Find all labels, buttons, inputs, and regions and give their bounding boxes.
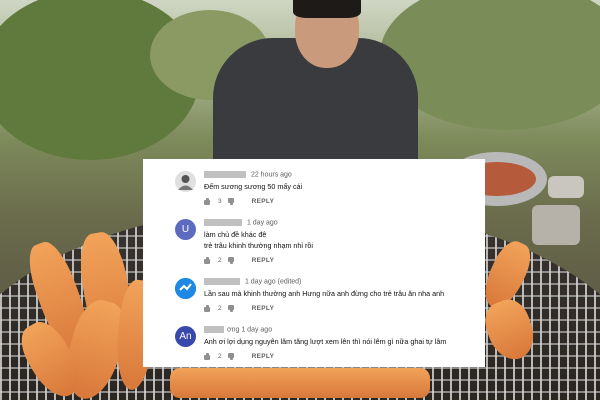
rock (532, 205, 580, 245)
comment-time: 1 day ago (edited) (244, 278, 302, 286)
like-count: 2 (218, 353, 222, 360)
chicken-feet (170, 368, 430, 398)
thumb-down-icon[interactable] (227, 257, 236, 264)
comments-panel: 22 hours ago Đếm sương sương 50 mấy cái … (143, 159, 485, 367)
avatar-initials: U (181, 224, 190, 235)
comment-item: 1 day ago (edited) Lần sau mà khinh thườ… (143, 266, 485, 316)
blurred-username (204, 326, 224, 333)
comment-actions: 3 REPLY (204, 198, 274, 205)
thumb-up-icon[interactable] (204, 353, 212, 360)
rock (548, 176, 584, 198)
person (213, 0, 418, 170)
like-count: 2 (218, 305, 222, 312)
user-avatar-icon[interactable]: An (175, 326, 196, 347)
user-avatar-icon (175, 278, 196, 299)
comment-time: 1 day ago (241, 326, 273, 334)
reply-button[interactable]: REPLY (252, 257, 275, 264)
comment-text: Anh ơi lợi dụng nguyên lăm tăng lượt xem… (204, 337, 447, 346)
comment-item: U 1 day ago làm chủ đề khác đê trẻ trâu … (143, 207, 485, 264)
user-avatar-icon[interactable] (175, 171, 196, 192)
blurred-username (204, 171, 246, 178)
reply-button[interactable]: REPLY (252, 198, 275, 205)
like-count: 2 (218, 257, 222, 264)
comment-text: làm chủ đề khác đê (204, 230, 267, 239)
thumb-down-icon[interactable] (227, 353, 236, 360)
avatar-initials: An (179, 331, 192, 342)
comment-text: Đếm sương sương 50 mấy cái (204, 182, 303, 191)
thumb-down-icon[interactable] (227, 198, 236, 205)
thumb-up-icon[interactable] (204, 305, 212, 312)
blurred-username (204, 278, 240, 285)
thumb-down-icon[interactable] (227, 305, 236, 312)
thumb-up-icon[interactable] (204, 198, 212, 205)
comment-author[interactable]: ơng (227, 326, 239, 333)
comment-time: 22 hours ago (250, 171, 292, 179)
like-count: 3 (218, 198, 222, 205)
user-avatar-icon[interactable] (175, 278, 196, 299)
comment-actions: 2 REPLY (204, 305, 274, 312)
user-avatar-icon[interactable]: U (175, 219, 196, 240)
comment-actions: 2 REPLY (204, 353, 274, 360)
comment-meta: ơng 1 day ago (204, 326, 272, 333)
comment-text: trẻ trâu khinh thường nhạm nhỉ rồi (204, 241, 314, 250)
comment-text: Lần sau mà khinh thường anh Hưng nữa anh… (204, 289, 445, 298)
reply-button[interactable]: REPLY (252, 305, 275, 312)
comment-meta: 22 hours ago (204, 171, 292, 178)
reply-button[interactable]: REPLY (252, 353, 275, 360)
blurred-username (204, 219, 242, 226)
user-avatar-icon (175, 171, 196, 192)
comment-meta: 1 day ago (edited) (204, 278, 301, 285)
comment-meta: 1 day ago (204, 219, 278, 226)
comment-item: 22 hours ago Đếm sương sương 50 mấy cái … (143, 159, 485, 209)
comment-time: 1 day ago (246, 219, 278, 227)
comment-actions: 2 REPLY (204, 257, 274, 264)
person-hair (293, 0, 361, 18)
comment-item: An ơng 1 day ago Anh ơi lợi dụng nguyên … (143, 314, 485, 364)
thumb-up-icon[interactable] (204, 257, 212, 264)
